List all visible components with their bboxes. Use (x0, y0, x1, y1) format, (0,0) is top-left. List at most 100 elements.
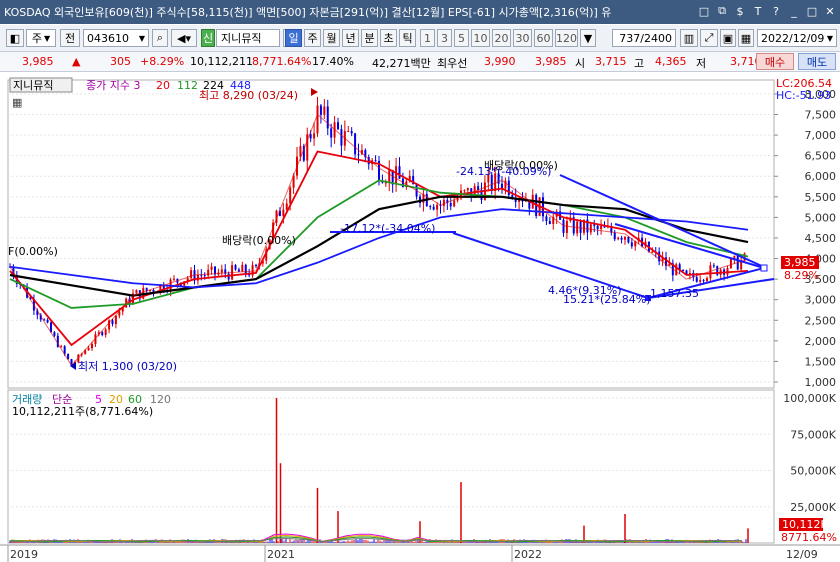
interval-tab-6[interactable]: 60 (534, 29, 553, 47)
interval-tab-2[interactable]: 5 (454, 29, 469, 47)
price-legend: 종가 지수 3 (86, 79, 140, 92)
last-price-tag-text: 3,985 (784, 256, 816, 269)
period-tab-2[interactable]: 월 (323, 29, 340, 47)
candle-body (46, 319, 49, 323)
stock-name-field[interactable]: 지니뮤직 (216, 29, 280, 47)
candle-body (323, 106, 326, 115)
minimize-icon[interactable]: _ (786, 3, 802, 19)
return-annotation-2: -24.13*(-40.09%) (456, 165, 551, 178)
candle-body (337, 122, 339, 130)
open-price: 3,715 (595, 55, 627, 68)
volume-tick-label: 50,000K (790, 465, 836, 478)
candle-body (53, 332, 56, 336)
interval-tab-1[interactable]: 3 (437, 29, 452, 47)
candle-body (220, 269, 223, 273)
candle-body (436, 204, 439, 210)
low-label: 저 (696, 57, 707, 70)
window-ctrl-3-icon[interactable]: $ (732, 3, 748, 19)
panel-toggle-icon[interactable]: ◧ (6, 29, 24, 47)
candle-body (466, 188, 469, 191)
price-tick-label: 4,500 (805, 232, 837, 245)
save-icon[interactable]: ▣ (720, 29, 736, 47)
stock-chart[interactable]: 8,0007,5007,0006,5006,0005,5005,0004,500… (0, 72, 840, 562)
interval-tab-4[interactable]: 20 (492, 29, 511, 47)
candle-body (203, 275, 206, 277)
candle-body (354, 133, 357, 155)
period-tab-6[interactable]: 틱 (399, 29, 416, 47)
candle-body (463, 190, 466, 192)
candle-body (330, 128, 333, 138)
high-annotation: 최고 8,290 (03/24) (199, 89, 298, 102)
candle-body (695, 277, 698, 282)
open-label: 시 (575, 57, 586, 70)
candle-body (237, 269, 240, 272)
period-tab-3[interactable]: 년 (342, 29, 359, 47)
high-price: 4,365 (655, 55, 687, 68)
window-controls: □ ⧉ $ T ? _ □ ✕ (696, 3, 838, 19)
price-tick-label: 2,500 (805, 314, 837, 327)
volume-tick-label: 100,000K (783, 392, 836, 405)
candle-body (702, 280, 705, 282)
volume-current: 10,112,211주(8,771.64%) (12, 405, 153, 418)
stock-code-value: 043610 (87, 31, 129, 45)
interval-tab-7[interactable]: 120 (555, 29, 578, 47)
period-tab-4[interactable]: 분 (361, 29, 378, 47)
buy-button[interactable]: 매수 (756, 53, 794, 70)
candle-body (562, 219, 565, 233)
window-ctrl-2-icon[interactable]: ⧉ (714, 3, 730, 19)
close-icon[interactable]: ✕ (822, 3, 838, 19)
prev-stock-button[interactable]: 전 (60, 29, 80, 47)
trend-line-icon[interactable]: ⤢ (700, 29, 718, 47)
interval-tab-5[interactable]: 30 (513, 29, 532, 47)
x-axis-label: 2021 (267, 548, 295, 561)
price-tick-label: 1,000 (805, 376, 837, 389)
hc-label: HC:-51.93 (776, 89, 831, 102)
interval-tab-0[interactable]: 1 (420, 29, 435, 47)
sell-button[interactable]: 매도 (798, 53, 836, 70)
interval-dropdown-icon[interactable]: ▼ (580, 29, 596, 47)
chart-type-label: 주 (31, 32, 42, 45)
candle-body (190, 270, 193, 279)
volume-pct: 8,771.64% (252, 55, 312, 68)
price-change: 305 (110, 55, 131, 68)
date-value: 2022/12/09 (761, 31, 825, 45)
calendar-icon[interactable]: ▦ (738, 29, 754, 47)
search-icon[interactable]: ⌕ (152, 29, 168, 47)
zero-pct-annotation: F(0.00%) (8, 245, 58, 258)
best-bid: 3,985 (535, 55, 567, 68)
date-field[interactable]: 2022/12/09 ▼ (757, 29, 837, 47)
period-tab-5[interactable]: 초 (380, 29, 397, 47)
return-annotation-1: -17.12*(-34.04%) (340, 222, 435, 235)
period-tab-0[interactable]: 일 (285, 29, 302, 47)
help-icon[interactable]: ? (768, 3, 784, 19)
font-size-icon[interactable]: T (750, 3, 766, 19)
candle-body (241, 264, 244, 272)
trade-amount: 42,271백만 (372, 57, 431, 70)
stock-code-input[interactable]: 043610 ▼ (83, 29, 149, 47)
candle-body (282, 209, 285, 216)
candle-body (196, 274, 199, 281)
period-tab-1[interactable]: 주 (304, 29, 321, 47)
candle-body (234, 265, 237, 270)
candle-body (712, 265, 715, 267)
interval-tab-3[interactable]: 10 (471, 29, 490, 47)
chart-type-select[interactable]: 주 ▼ (26, 29, 56, 47)
volume-tick-label: 25,000K (790, 501, 836, 514)
ma-legend-20: 20 (156, 79, 170, 92)
candle-body (699, 280, 702, 282)
price-tick-label: 6,500 (805, 150, 837, 163)
candle-body (313, 133, 316, 139)
candle-body (617, 237, 620, 240)
candle-settings-icon[interactable]: ▥ (680, 29, 698, 47)
best-quote-label: 최우선 (437, 57, 468, 70)
price-tick-label: 3,000 (805, 294, 837, 307)
candle-body (326, 106, 329, 129)
bar-count-field[interactable]: 737/2400 (612, 29, 676, 47)
window-ctrl-1-icon[interactable]: □ (696, 3, 712, 19)
bar-count-total: /2400 (640, 31, 672, 45)
candle-body (613, 232, 616, 240)
sound-icon[interactable]: ◀▾ (171, 29, 197, 47)
candle-body (173, 278, 175, 280)
maximize-icon[interactable]: □ (804, 3, 820, 19)
return-annotation-4: 15.21*(25.84%) (563, 293, 651, 306)
